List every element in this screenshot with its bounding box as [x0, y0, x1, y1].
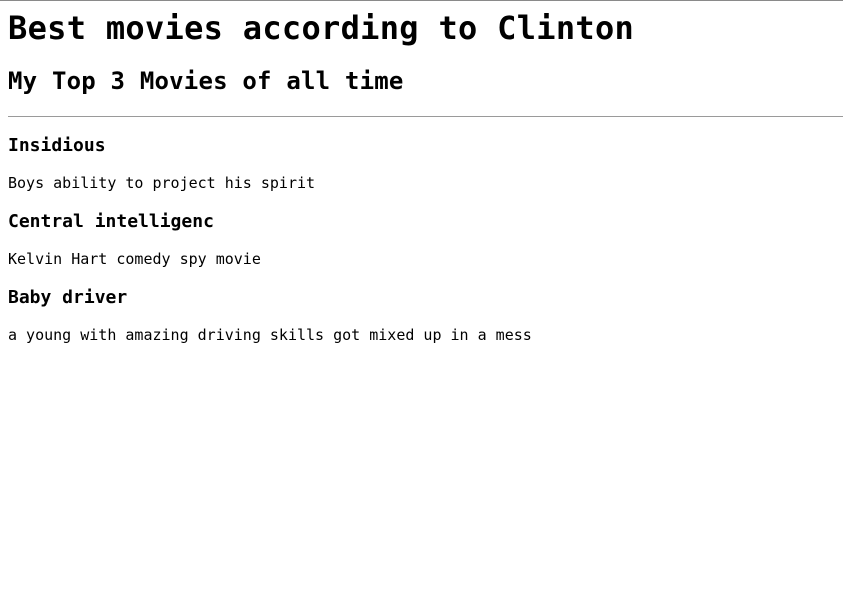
divider — [8, 116, 843, 117]
movie-description: a young with amazing driving skills got … — [8, 326, 532, 344]
page-subtitle: My Top 3 Movies of all time — [8, 67, 404, 95]
movie-item: Baby driver a young with amazing driving… — [8, 287, 843, 345]
page-title: Best movies according to Clinton — [8, 9, 635, 47]
movie-list: Insidious Boys ability to project his sp… — [8, 135, 843, 345]
movie-title: Baby driver — [8, 287, 128, 308]
page-content: Best movies according to Clinton My Top … — [8, 0, 843, 345]
movie-title: Insidious — [8, 135, 106, 156]
movie-item: Central intelligenc Kelvin Hart comedy s… — [8, 211, 843, 269]
movie-description: Kelvin Hart comedy spy movie — [8, 250, 261, 268]
movie-description: Boys ability to project his spirit — [8, 174, 316, 192]
movie-title: Central intelligenc — [8, 211, 214, 232]
movie-item: Insidious Boys ability to project his sp… — [8, 135, 843, 193]
